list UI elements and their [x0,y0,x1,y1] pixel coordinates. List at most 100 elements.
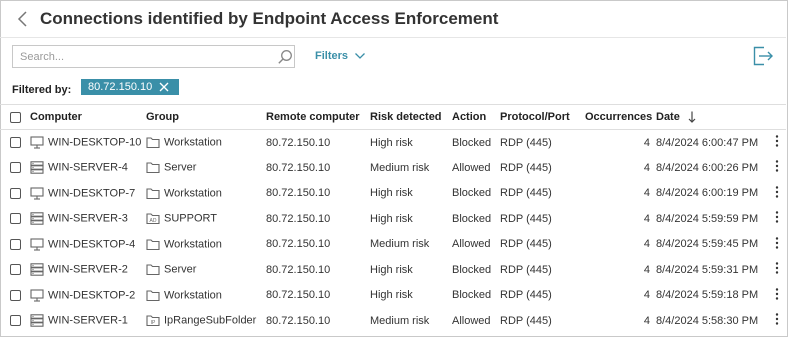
row-checkbox[interactable] [10,315,21,327]
search-icon[interactable] [277,49,293,65]
row-menu-icon[interactable] [775,134,779,148]
folder-icon [146,290,160,301]
search-box[interactable] [12,45,295,68]
folder-icon [146,137,160,149]
cell-action: Allowed [452,161,491,174]
row-menu-icon[interactable] [775,159,779,173]
cell-group: Workstation [146,130,266,156]
column-header-group[interactable]: Group [146,104,266,130]
cell-group: Server [146,257,266,283]
server-icon [30,161,44,175]
close-icon[interactable] [159,82,169,92]
table-row[interactable]: WIN-SERVER-4 Server 80.72.150.10 Medium ris… [0,155,786,181]
table-row[interactable]: WIN-SERVER-2 Server 80.72.150.10 High risk B… [0,257,786,283]
cell-occurrences: 4 [643,161,650,174]
desktop-icon [30,187,44,200]
cell-computer: WIN-SERVER-1 [30,308,146,334]
cell-protocol: RDP (445) [500,212,552,225]
column-header-risk-detected[interactable]: Risk detected [370,104,452,130]
desktop-icon [30,136,44,149]
table-row[interactable]: WIN-DESKTOP-4 Workstation 80.72.150.10 Medi… [0,232,786,258]
group-name: IpRangeSubFolder [164,314,257,327]
filters-label: Filters [315,50,349,62]
cell-date: 8/4/2024 5:59:18 PM [656,289,759,302]
row-checkbox[interactable] [10,137,21,148]
cell-action: Allowed [452,314,491,327]
group-name: Workstation [164,289,222,302]
filter-chip-label: 80.72.150.10 [88,81,153,93]
cell-risk: High risk [370,289,413,302]
table-row[interactable]: WIN-DESKTOP-2 Workstation 80.72.150.10 High… [0,283,786,309]
computer-name: WIN-SERVER-2 [48,263,128,276]
active-directory-folder-icon: AD [146,213,160,225]
cell-date: 8/4/2024 6:00:19 PM [656,187,759,200]
cell-computer: WIN-DESKTOP-2 [30,283,146,309]
row-menu-icon[interactable] [775,210,779,224]
column-header-date-cell[interactable]: Date [656,104,769,130]
filters-button[interactable]: Filters [315,50,366,62]
filter-chip[interactable]: 80.72.150.10 [81,79,179,95]
cell-occurrences: 4 [643,238,650,251]
cell-protocol: RDP (445) [500,263,552,276]
column-header-occurrences[interactable]: Occurrences [585,104,656,130]
cell-occurrences: 4 [643,212,650,225]
select-all-checkbox[interactable] [10,111,21,123]
cell-date: 8/4/2024 6:00:47 PM [656,136,759,149]
column-header-action[interactable]: Action [452,104,500,130]
cell-occurrences: 4 [643,187,650,200]
table-row[interactable]: WIN-SERVER-1 IP IpRangeSubFolder 80.72.150.… [0,308,786,334]
cell-remote-computer: 80.72.150.10 [266,161,331,174]
column-header-date[interactable]: Date [656,111,680,123]
cell-group: Server [146,155,266,181]
column-header-remote-computer[interactable]: Remote computer [266,104,370,130]
page-title: Connections identified by Endpoint Acces… [40,9,499,28]
group-name: SUPPORT [164,212,217,225]
cell-date: 8/4/2024 5:59:45 PM [656,238,759,251]
table-row[interactable]: WIN-DESKTOP-10 Workstation 80.72.150.10 Hig… [0,130,786,156]
computer-name: WIN-DESKTOP-10 [48,136,142,149]
export-icon[interactable] [752,46,774,66]
filtered-by-label: Filtered by: [12,84,72,96]
row-checkbox[interactable] [10,289,21,301]
cell-risk: High risk [370,263,413,276]
sort-descending-icon[interactable] [688,111,696,123]
page-header: Connections identified by Endpoint Acces… [0,0,786,38]
cell-protocol: RDP (445) [500,187,552,200]
chevron-left-icon[interactable] [16,9,30,29]
svg-text:IP: IP [151,320,156,326]
row-menu-icon[interactable] [775,287,779,301]
table-header-row: Computer Group Remote computer Risk dete… [0,104,786,130]
computer-name: WIN-SERVER-3 [48,212,128,225]
cell-action: Allowed [452,238,491,251]
column-header-protocol-port[interactable]: Protocol/Port [500,104,585,130]
row-menu-icon[interactable] [775,261,779,275]
cell-risk: High risk [370,212,413,225]
ip-range-folder-icon: IP [146,315,160,327]
row-checkbox[interactable] [10,213,21,225]
cell-risk: High risk [370,136,413,149]
search-input[interactable] [13,46,263,67]
row-menu-icon[interactable] [775,312,779,326]
cell-occurrences: 4 [643,289,650,302]
cell-group: Workstation [146,181,266,207]
table-row[interactable]: WIN-SERVER-3 AD SUPPORT 80.72.150.10 High ri… [0,206,786,232]
folder-icon [146,264,160,276]
row-menu-icon[interactable] [775,236,779,250]
cell-risk: Medium risk [370,161,430,174]
row-checkbox[interactable] [10,264,21,276]
cell-action: Blocked [452,212,492,225]
desktop-icon [30,289,44,302]
row-menu-icon[interactable] [775,185,779,199]
cell-date: 8/4/2024 5:59:31 PM [656,263,759,276]
cell-protocol: RDP (445) [500,161,552,174]
folder-icon [146,239,160,250]
group-name: Workstation [164,238,222,251]
table-row[interactable]: WIN-DESKTOP-7 Workstation 80.72.150.10 High… [0,181,786,207]
cell-protocol: RDP (445) [500,238,552,251]
cell-remote-computer: 80.72.150.10 [266,136,331,149]
row-checkbox[interactable] [10,162,21,174]
row-checkbox[interactable] [10,187,21,199]
column-header-computer[interactable]: Computer [30,104,146,130]
row-checkbox[interactable] [10,238,21,250]
cell-computer: WIN-SERVER-4 [30,155,146,181]
